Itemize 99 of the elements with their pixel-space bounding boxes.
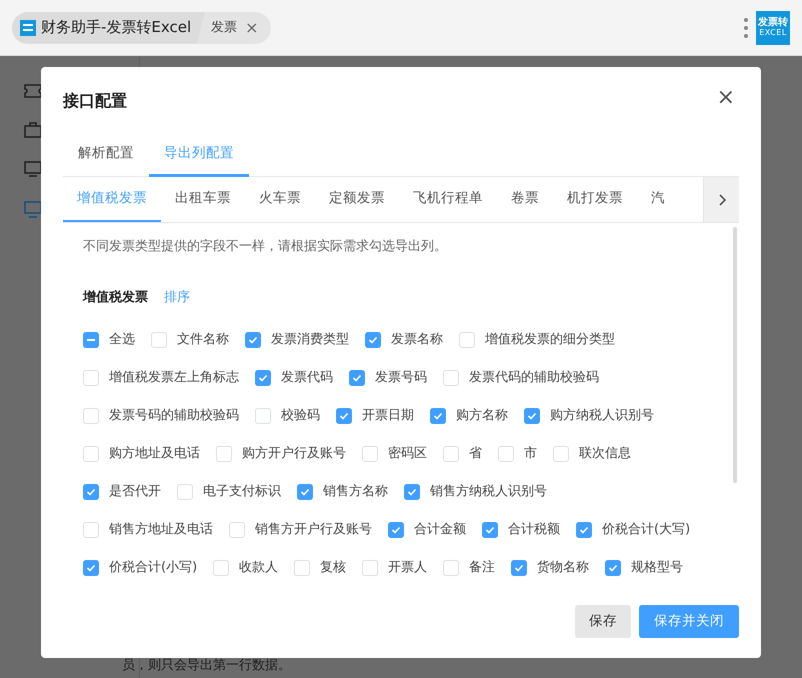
screen-icon [24,161,42,177]
check-icon [407,487,417,497]
next-button[interactable] [703,177,739,222]
checkbox-label: 联次信息 [579,445,631,464]
checkbox-label: 校验码 [281,407,320,426]
checkbox[interactable] [245,332,261,348]
check-icon [339,411,349,421]
checkbox-label: 密码区 [388,445,427,464]
checkbox-label: 复核 [320,559,346,578]
checkbox-label: 发票消费类型 [271,331,349,350]
checkbox-label: 销售方纳税人识别号 [430,483,547,502]
checkbox[interactable] [511,560,528,576]
checkbox[interactable] [524,408,540,424]
checkbox[interactable] [365,332,381,348]
check-icon [485,525,495,535]
tab[interactable]: 解析配置 [63,133,149,177]
checkbox-label: 购方纳税人识别号 [550,407,654,426]
checkbox-label: 合计金额 [414,521,466,540]
check-icon [608,563,618,573]
monitor-icon [24,201,44,219]
checkbox[interactable] [605,560,622,576]
checkbox-label: 收款人 [239,559,278,578]
checkbox-label: 销售方地址及电话 [109,521,213,540]
tab-close-icon[interactable]: × [245,20,259,36]
check-icon [258,373,268,383]
checkbox-label: 发票号码的辅助校验码 [109,407,239,426]
checkbox-label: 是否代开 [109,483,161,502]
checkbox-label: 电子支付标识 [203,483,281,502]
check-icon [514,563,524,573]
checkbox-label: 合计税额 [508,521,560,540]
tab-label: 财务助手-发票转Excel [41,17,192,38]
checkbox-label: 发票代码 [281,369,333,388]
briefcase-icon [24,121,44,139]
checkbox-label: 货物名称 [537,559,590,578]
checkbox[interactable] [83,332,99,348]
ticket-icon [24,83,42,99]
more-icon[interactable] [744,18,748,38]
checkbox-label: 市 [524,445,537,464]
check-icon [391,525,401,535]
invoice-tab[interactable]: 飞机行程单 [399,177,497,222]
app-tab[interactable]: 财务助手-发票转Excel [12,12,206,44]
checkbox[interactable] [255,370,271,386]
checkbox-label: 价税合计(大写) [602,521,690,540]
section-title: 增值税发票 [83,289,148,308]
invoice-tab[interactable]: 卷票 [497,177,553,222]
checkbox[interactable] [83,560,99,576]
check-icon [527,411,537,421]
checkbox[interactable] [576,522,592,538]
checkbox-label: 省 [469,445,482,464]
check-icon [433,411,443,421]
checkbox-label: 购方开户行及账号 [242,445,346,464]
checkbox-label: 销售方开户行及账号 [255,521,372,540]
checkbox[interactable] [349,370,365,386]
invoice-tab[interactable]: 出租车票 [161,177,245,222]
checkbox-label: 开票人 [388,559,428,578]
close-button[interactable]: × [712,87,739,109]
background-text: 员，则只会导出第一行数据。 [122,657,291,675]
checkbox-label: 开票日期 [362,407,414,426]
chevron-right-icon [718,194,726,206]
app-logo: 发票转 EXCEL [756,10,790,44]
checkbox-label: 发票号码 [375,369,427,388]
scrollbar[interactable] [733,227,737,483]
checkbox-label: 备注 [469,559,496,578]
checkbox-label: 增值税发票的细分类型 [485,331,615,350]
checkbox[interactable] [404,484,420,500]
checkbox-label: 购方名称 [456,407,508,426]
check-icon [248,335,258,345]
checkbox-label: 增值税发票左上角标志 [109,369,239,388]
checkbox-label: 价税合计(小写) [109,559,198,578]
tab-label: 发票 [211,18,238,37]
checkbox-label: 文件名称 [177,331,229,350]
logo-icon [20,20,36,36]
invoice-tab[interactable]: 定额发票 [315,177,399,222]
page-tab[interactable]: 发票 × [205,12,271,44]
checkbox-label: 全选 [109,331,135,350]
check-icon [86,487,96,497]
checkbox-label: 规格型号 [631,559,684,578]
check-icon [352,373,362,383]
checkbox-label: 发票名称 [391,331,443,350]
checkbox[interactable] [430,408,446,424]
checkbox-label: 购方地址及电话 [109,445,200,464]
checkbox[interactable] [388,522,404,538]
checkbox[interactable] [83,484,99,500]
checkbox[interactable] [482,522,498,538]
check-icon [368,335,378,345]
invoice-tab[interactable]: 火车票 [245,177,315,222]
dash-icon [87,339,95,341]
check-icon [300,487,310,497]
checkbox[interactable] [297,484,313,500]
invoice-tab[interactable]: 汽 [637,177,671,222]
check-icon [579,525,589,535]
checkbox-label: 发票代码的辅助校验码 [469,369,599,388]
checkbox-label: 销售方名称 [323,483,388,502]
hint-text: 不同发票类型提供的字段不一样，请根据实际需求勾选导出列。 [83,238,448,256]
save-button[interactable]: 保存 [575,605,631,638]
check-icon [86,563,96,573]
invoice-tab[interactable]: 机打发票 [553,177,637,222]
dialog-title: 接口配置 [63,90,127,112]
checkbox[interactable] [336,408,352,424]
